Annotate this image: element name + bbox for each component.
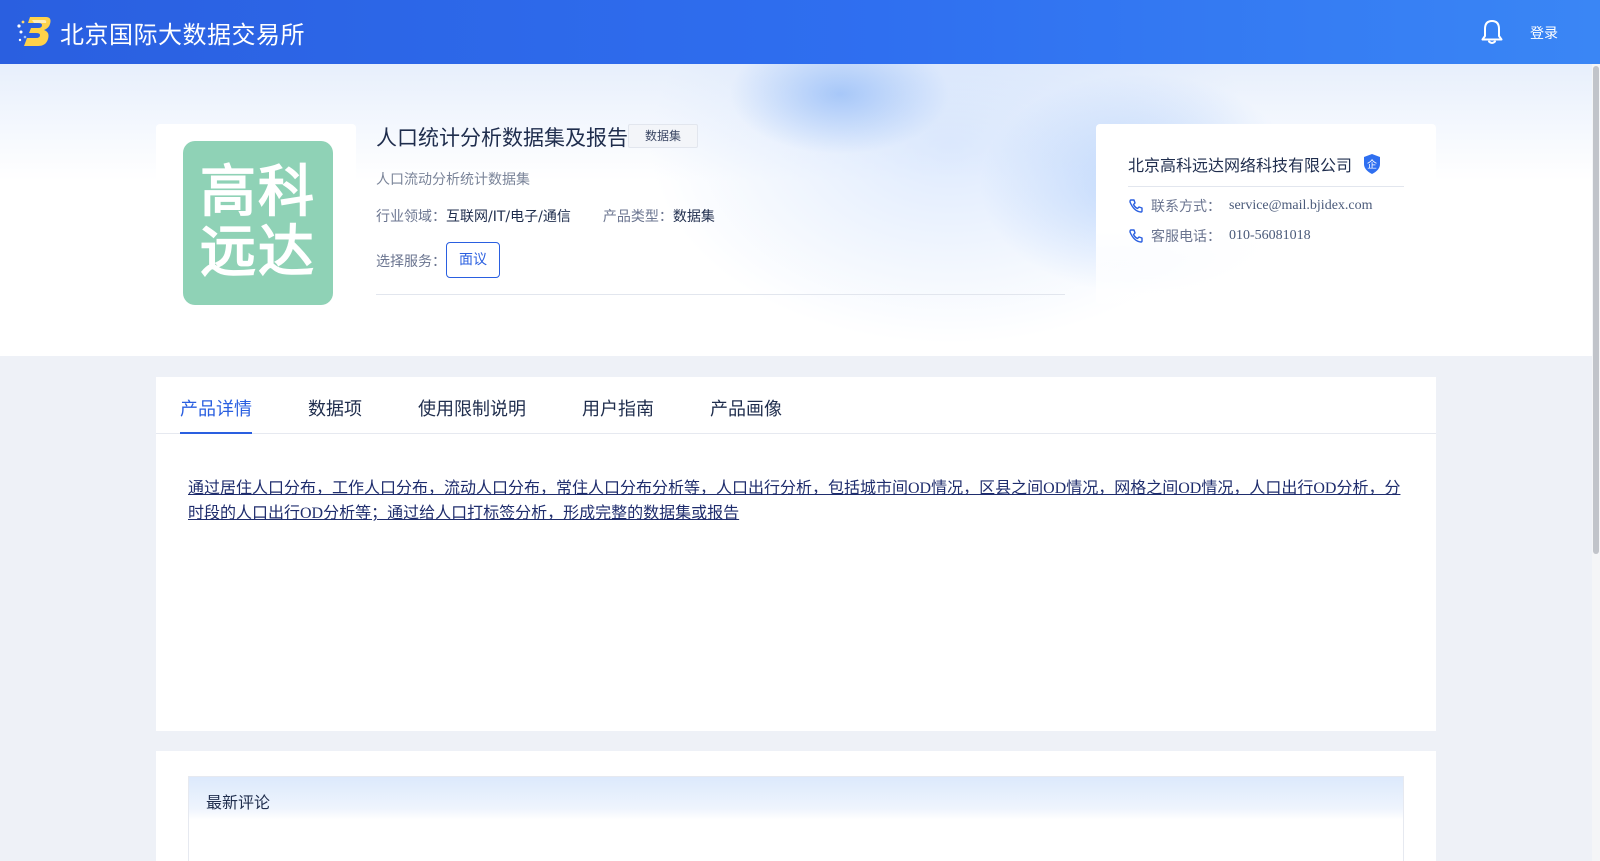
bell-icon[interactable] bbox=[1480, 19, 1504, 45]
phone-icon bbox=[1129, 199, 1143, 213]
comments-box: 最新评论 bbox=[188, 776, 1404, 861]
tab-product-profile[interactable]: 产品画像 bbox=[710, 395, 782, 421]
phone-label: 客服电话： bbox=[1151, 229, 1221, 245]
negotiable-service-button[interactable]: 面议 bbox=[446, 242, 500, 278]
contact-email[interactable]: service@mail.bjidex.com bbox=[1229, 198, 1373, 214]
product-title: 人口统计分析数据集及报告 bbox=[376, 126, 628, 150]
site-title: 北京国际大数据交易所 bbox=[60, 21, 305, 49]
service-label: 选择服务： bbox=[376, 254, 446, 270]
company-name[interactable]: 北京高科远达网络科技有限公司 bbox=[1128, 152, 1352, 176]
comments-panel: 最新评论 bbox=[156, 751, 1436, 861]
divider bbox=[376, 294, 1065, 295]
tab-product-details[interactable]: 产品详情 bbox=[180, 395, 252, 421]
scrollbar-thumb[interactable] bbox=[1593, 66, 1599, 554]
product-logo-line: 远达 bbox=[200, 220, 316, 285]
tab-usage-restrictions[interactable]: 使用限制说明 bbox=[418, 395, 526, 421]
enterprise-badge-text: 企 bbox=[1367, 158, 1377, 171]
product-subtitle: 人口流动分析统计数据集 bbox=[376, 172, 530, 188]
contact-label: 联系方式： bbox=[1151, 199, 1221, 215]
phone-number[interactable]: 010-56081018 bbox=[1229, 228, 1311, 244]
tab-bar: 产品详情 数据项 使用限制说明 用户指南 产品画像 bbox=[156, 377, 1436, 434]
logo-icon[interactable] bbox=[16, 14, 52, 48]
enterprise-verified-icon: 企 bbox=[1364, 154, 1380, 174]
product-logo: 高科 远达 bbox=[183, 141, 333, 305]
tab-data-items[interactable]: 数据项 bbox=[308, 395, 362, 421]
product-meta-row: 行业领域：互联网/IT/电子/通信 产品类型：数据集 bbox=[376, 206, 715, 226]
divider bbox=[1128, 186, 1404, 187]
login-link[interactable]: 登录 bbox=[1530, 23, 1558, 43]
phone-icon bbox=[1129, 229, 1143, 243]
top-navigation-bar: 北京国际大数据交易所 登录 bbox=[0, 0, 1600, 64]
product-detail-panel: 产品详情 数据项 使用限制说明 用户指南 产品画像 通过居住人口分布，工作人口分… bbox=[156, 377, 1436, 731]
industry-value: 互联网/IT/电子/通信 bbox=[446, 209, 571, 225]
active-tab-indicator bbox=[180, 432, 252, 434]
tab-user-guide[interactable]: 用户指南 bbox=[582, 395, 654, 421]
product-type-badge: 数据集 bbox=[628, 124, 698, 148]
product-type-value: 数据集 bbox=[672, 209, 715, 225]
product-type-label: 产品类型： bbox=[602, 209, 673, 225]
industry-label: 行业领域： bbox=[376, 209, 446, 225]
comments-title: 最新评论 bbox=[206, 793, 271, 812]
product-description: 通过居住人口分布，工作人口分布，流动人口分布，常住人口分布分析等，人口出行分析，… bbox=[188, 480, 1401, 522]
contact-email-row: 联系方式： service@mail.bjidex.com bbox=[1128, 196, 1373, 216]
contact-phone-row: 客服电话： 010-56081018 bbox=[1128, 226, 1311, 246]
product-logo-line: 高科 bbox=[200, 160, 316, 225]
